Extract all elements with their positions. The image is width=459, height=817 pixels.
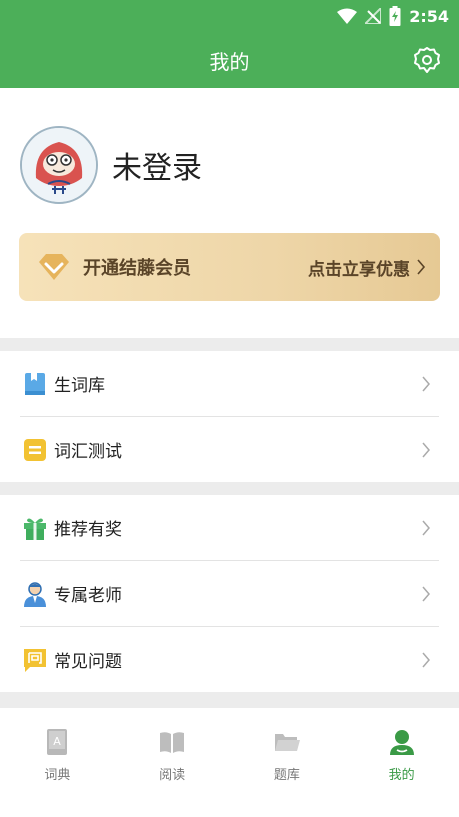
profile-section[interactable]: 未登录 [20, 125, 202, 205]
chevron-right-icon [422, 376, 430, 392]
menu-item-vocabulary[interactable]: 生词库 [0, 351, 459, 416]
login-prompt[interactable]: 未登录 [112, 143, 202, 187]
menu-item-referral-reward[interactable]: 推荐有奖 [0, 495, 459, 560]
nav-tab-reading[interactable]: 阅读 [115, 708, 230, 817]
page-title: 我的 [209, 50, 250, 74]
menu-item-label: 词汇测试 [54, 442, 122, 462]
menu-item-label: 推荐有奖 [54, 520, 122, 540]
menu-item-label: 常见问题 [54, 652, 122, 672]
dictionary-icon: A [47, 729, 68, 755]
daruma-avatar-icon [22, 128, 96, 202]
vip-title: 开通结藤会员 [83, 258, 191, 279]
svg-text:A: A [54, 735, 62, 748]
menu-item-label: 专属老师 [54, 586, 122, 606]
status-bar: 2:54 [337, 5, 449, 27]
no-signal-icon [365, 8, 382, 24]
chevron-right-icon [422, 586, 430, 602]
nav-tab-dictionary[interactable]: A 词典 [0, 708, 115, 817]
nav-label: 题库 [273, 768, 300, 783]
battery-icon [389, 6, 401, 26]
vip-membership-banner[interactable]: 开通结藤会员 点击立享优惠 [19, 233, 440, 301]
book-icon [160, 732, 185, 753]
menu-item-label: 生词库 [54, 376, 105, 396]
menu-item-faq[interactable]: 常见问题 [0, 627, 459, 692]
menu-item-vocab-test[interactable]: 词汇测试 [0, 417, 459, 482]
vocabulary-book-icon [22, 371, 48, 397]
user-icon [389, 730, 414, 755]
menu-item-dedicated-teacher[interactable]: 专属老师 [0, 561, 459, 626]
folder-icon [274, 734, 300, 751]
vip-cta: 点击立享优惠 [308, 259, 410, 280]
header-bar: 2:54 我的 [0, 0, 459, 88]
section-separator [0, 338, 459, 351]
settings-gear-icon[interactable] [413, 46, 441, 74]
chevron-right-icon [422, 652, 430, 668]
wifi-icon [337, 8, 358, 24]
nav-label: 词典 [44, 768, 71, 783]
status-time: 2:54 [409, 6, 449, 26]
chevron-right-icon [422, 442, 430, 458]
vocab-test-icon [22, 437, 48, 463]
nav-tab-me[interactable]: 我的 [344, 708, 459, 817]
bottom-navigation: A 词典 阅读 题库 我的 [0, 708, 459, 817]
teacher-icon [22, 581, 48, 607]
section-separator [0, 692, 459, 708]
nav-label: 阅读 [159, 768, 186, 783]
nav-label: 我的 [388, 768, 415, 783]
section-separator [0, 482, 459, 495]
diamond-icon [39, 254, 69, 280]
chevron-right-icon [417, 259, 426, 275]
gift-icon [22, 515, 48, 541]
chevron-right-icon [422, 520, 430, 536]
avatar[interactable] [20, 126, 98, 204]
faq-question-icon [22, 647, 48, 673]
nav-tab-question-bank[interactable]: 题库 [230, 708, 345, 817]
